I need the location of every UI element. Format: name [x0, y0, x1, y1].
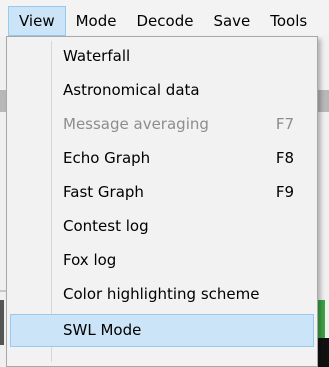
menu-item-shortcut: F8	[275, 149, 294, 167]
menu-decode[interactable]: Decode	[126, 6, 203, 36]
menu-item-astronomical-data[interactable]: Astronomical data	[10, 74, 314, 107]
menu-item-contest-log[interactable]: Contest log	[10, 210, 314, 243]
menu-item-message-averaging: Message averaging F7	[10, 108, 314, 141]
menu-item-shortcut: F9	[275, 183, 294, 201]
background-control-left	[0, 300, 4, 345]
background-green-indicator	[318, 300, 325, 338]
menu-item-label: Fox log	[63, 251, 117, 269]
menu-view[interactable]: View	[8, 6, 66, 36]
menu-item-label: Fast Graph	[63, 183, 144, 201]
menu-item-swl-mode[interactable]: SWL Mode	[10, 314, 314, 347]
menu-tools[interactable]: Tools	[260, 6, 317, 36]
menu-item-color-highlighting-scheme[interactable]: Color highlighting scheme	[10, 278, 314, 311]
menu-item-fast-graph[interactable]: Fast Graph F9	[10, 176, 314, 209]
view-dropdown-menu: Waterfall Astronomical data Message aver…	[6, 36, 318, 367]
menu-item-fox-log[interactable]: Fox log	[10, 244, 314, 277]
menu-item-shortcut: F7	[275, 115, 294, 133]
menu-item-waterfall[interactable]: Waterfall	[10, 40, 314, 73]
menu-item-label: Color highlighting scheme	[63, 285, 260, 303]
menu-item-echo-graph[interactable]: Echo Graph F8	[10, 142, 314, 175]
menu-item-label: Astronomical data	[63, 81, 200, 99]
background-panel-right	[318, 90, 329, 112]
menu-item-label: SWL Mode	[63, 321, 142, 339]
menu-mode[interactable]: Mode	[66, 6, 127, 36]
menu-item-label: Echo Graph	[63, 149, 151, 167]
menu-item-label: Contest log	[63, 217, 149, 235]
menu-item-label: Waterfall	[63, 47, 131, 65]
menu-bar: View Mode Decode Save Tools	[0, 0, 329, 36]
menu-item-label: Message averaging	[63, 115, 209, 133]
menu-save[interactable]: Save	[203, 6, 260, 36]
background-black-panel	[318, 338, 329, 367]
